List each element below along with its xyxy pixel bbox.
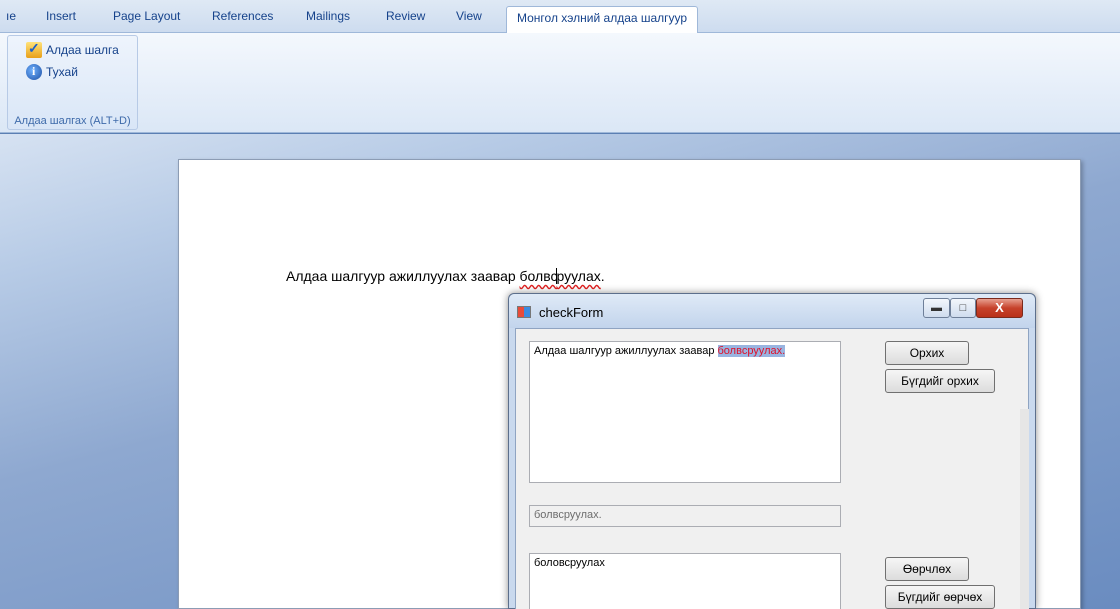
minimize-button[interactable]: ▬: [923, 298, 950, 318]
minimize-icon: ▬: [931, 302, 942, 314]
maximize-icon: □: [959, 302, 967, 314]
tab-mongolian-spellcheck[interactable]: Монгол хэлний алдаа шалгуур: [506, 6, 699, 34]
tab-references[interactable]: References: [212, 9, 273, 23]
misspelled-word-part2[interactable]: руулах: [556, 268, 600, 284]
sentence-text: Алдаа шалгуур ажиллуулах заавар: [534, 345, 718, 357]
about-button-label: Тухай: [46, 65, 78, 79]
about-button[interactable]: Тухай: [26, 64, 78, 80]
sentence-textbox[interactable]: Алдаа шалгуур ажиллуулах заавар болвсруу…: [529, 341, 841, 483]
maximize-button[interactable]: □: [950, 298, 976, 318]
tab-view[interactable]: View: [456, 9, 482, 23]
spellcheck-icon: [26, 40, 42, 58]
error-word-field: болвсруулах.: [529, 505, 841, 527]
ribbon-tab-bar: ıe Insert Page Layout References Mailing…: [0, 0, 1120, 34]
checkform-dialog: checkForm ▬ □ X Алдаа шалгуур ажиллуулах…: [508, 293, 1036, 609]
dialog-client-area: Алдаа шалгуур ажиллуулах заавар болвсруу…: [515, 328, 1029, 609]
close-button[interactable]: X: [976, 298, 1023, 318]
tab-page-layout[interactable]: Page Layout: [113, 9, 180, 23]
ignore-button[interactable]: Орхих: [885, 341, 969, 365]
spellcheck-button-label: Алдаа шалга: [46, 43, 119, 57]
ribbon-group-label: Алдаа шалгах (ALT+D): [14, 115, 131, 127]
dialog-title: checkForm: [539, 305, 604, 320]
document-text[interactable]: Алдаа шалгуур ажиллуулах заавар болвсруу…: [286, 268, 605, 284]
document-text-plain: Алдаа шалгуур ажиллуулах заавар: [286, 268, 520, 284]
tab-review[interactable]: Review: [386, 9, 425, 23]
spellcheck-button[interactable]: Алдаа шалга: [26, 40, 119, 58]
ignore-all-button[interactable]: Бүгдийг орхих: [885, 369, 995, 393]
change-all-button[interactable]: Бүгдийг өөрчөх: [885, 585, 995, 609]
document-text-period: .: [600, 268, 605, 284]
info-icon: [26, 64, 42, 80]
close-icon: X: [995, 300, 1004, 315]
highlighted-error: болвсруулах.: [717, 345, 786, 357]
ribbon-group-spellcheck: Алдаа шалга Тухай Алдаа шалгах (ALT+D): [7, 35, 138, 130]
tab-mailings[interactable]: Mailings: [306, 9, 350, 23]
suggestion-textbox[interactable]: боловсруулах: [529, 553, 841, 609]
dialog-right-edge: [1020, 409, 1029, 609]
tab-insert[interactable]: Insert: [46, 9, 76, 23]
tab-home[interactable]: ıe: [6, 9, 16, 23]
app-window-icon: [517, 306, 531, 318]
dialog-titlebar[interactable]: checkForm ▬ □ X: [509, 294, 1035, 328]
ribbon-panel: Алдаа шалга Тухай Алдаа шалгах (ALT+D): [0, 33, 1120, 133]
misspelled-word-part1[interactable]: болвс: [520, 268, 558, 284]
change-button[interactable]: Өөрчлөх: [885, 557, 969, 581]
